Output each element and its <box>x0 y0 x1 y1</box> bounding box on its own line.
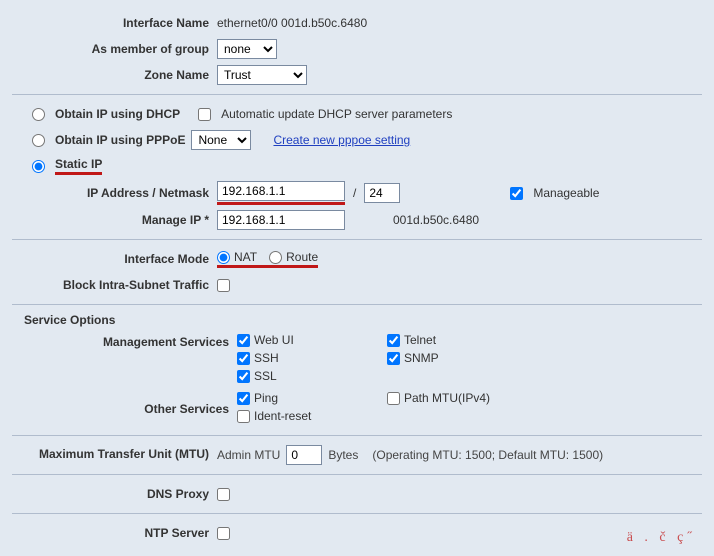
svc-ssl-row[interactable]: SSL <box>237 369 367 383</box>
dhcp-radio-row[interactable]: Obtain IP using DHCP <box>32 107 180 121</box>
block-intra-checkbox[interactable] <box>217 279 230 292</box>
pppoe-radio[interactable] <box>32 134 45 147</box>
dhcp-label: Obtain IP using DHCP <box>55 107 180 121</box>
ntp-server-label: NTP Server <box>12 526 217 540</box>
svc-snmp-label: SNMP <box>404 351 439 365</box>
svc-webui-label: Web UI <box>254 333 294 347</box>
dhcp-auto-row[interactable]: Automatic update DHCP server parameters <box>198 107 452 121</box>
admin-mtu-input[interactable] <box>286 445 322 465</box>
manageable-row[interactable]: Manageable <box>510 186 599 200</box>
netmask-input[interactable] <box>364 183 400 203</box>
ip-address-input[interactable] <box>217 181 345 201</box>
static-ip-radio-row[interactable]: Static IP <box>32 157 102 175</box>
service-options-title: Service Options <box>24 313 702 327</box>
svc-ssh-checkbox[interactable] <box>237 352 250 365</box>
divider <box>12 435 702 436</box>
mgmt-services-label: Management Services <box>12 333 237 349</box>
interface-name-value: ethernet0/0 001d.b50c.6480 <box>217 16 367 30</box>
manage-ip-label: Manage IP * <box>12 213 217 227</box>
dhcp-auto-label: Automatic update DHCP server parameters <box>221 107 452 121</box>
svc-identreset-label: Ident-reset <box>254 409 311 423</box>
route-radio[interactable] <box>269 251 282 264</box>
svc-pathmtu-label: Path MTU(IPv4) <box>404 391 490 405</box>
mtu-label: Maximum Transfer Unit (MTU) <box>12 447 217 463</box>
pppoe-create-link[interactable]: Create new pppoe setting <box>273 133 410 147</box>
svc-ping-label: Ping <box>254 391 278 405</box>
interface-name-label: Interface Name <box>12 16 217 30</box>
svc-ping-checkbox[interactable] <box>237 392 250 405</box>
divider <box>12 474 702 475</box>
svc-snmp-checkbox[interactable] <box>387 352 400 365</box>
interface-mode-label: Interface Mode <box>12 252 217 266</box>
svc-ssh-label: SSH <box>254 351 279 365</box>
svc-webui-checkbox[interactable] <box>237 334 250 347</box>
manageable-label: Manageable <box>533 186 599 200</box>
zone-name-label: Zone Name <box>12 68 217 82</box>
manage-ip-input[interactable] <box>217 210 345 230</box>
member-group-select[interactable]: none <box>217 39 277 59</box>
member-group-label: As member of group <box>12 42 217 56</box>
pppoe-select[interactable]: None <box>191 130 251 150</box>
ntp-server-checkbox[interactable] <box>217 527 230 540</box>
svc-ssl-checkbox[interactable] <box>237 370 250 383</box>
svc-telnet-label: Telnet <box>404 333 436 347</box>
divider <box>12 513 702 514</box>
other-services-label: Other Services <box>12 402 237 416</box>
manageable-checkbox[interactable] <box>510 187 523 200</box>
svc-identreset-row[interactable]: Ident-reset <box>237 409 367 423</box>
svc-ping-row[interactable]: Ping <box>237 391 367 405</box>
dhcp-radio[interactable] <box>32 108 45 121</box>
nat-radio-row[interactable]: NAT <box>217 250 257 264</box>
nat-label: NAT <box>234 250 257 264</box>
static-ip-label: Static IP <box>55 157 102 175</box>
divider <box>12 239 702 240</box>
dns-proxy-checkbox[interactable] <box>217 488 230 501</box>
pppoe-label: Obtain IP using PPPoE <box>55 133 185 147</box>
svc-telnet-checkbox[interactable] <box>387 334 400 347</box>
bytes-label: Bytes <box>328 448 358 462</box>
svc-ssh-row[interactable]: SSH <box>237 351 367 365</box>
svc-snmp-row[interactable]: SNMP <box>387 351 517 365</box>
route-label: Route <box>286 250 318 264</box>
divider <box>12 94 702 95</box>
nat-radio[interactable] <box>217 251 230 264</box>
svc-pathmtu-row[interactable]: Path MTU(IPv4) <box>387 391 537 405</box>
slash-label: / <box>345 186 364 200</box>
svc-pathmtu-checkbox[interactable] <box>387 392 400 405</box>
svc-telnet-row[interactable]: Telnet <box>387 333 517 347</box>
watermark-text: ä . č ç˝ <box>627 530 696 546</box>
svc-ssl-label: SSL <box>254 369 277 383</box>
svc-identreset-checkbox[interactable] <box>237 410 250 423</box>
svc-webui-row[interactable]: Web UI <box>237 333 367 347</box>
divider <box>12 304 702 305</box>
mtu-info: (Operating MTU: 1500; Default MTU: 1500) <box>372 448 603 462</box>
static-ip-radio[interactable] <box>32 160 45 173</box>
mac-address-value: 001d.b50c.6480 <box>393 213 479 227</box>
ip-netmask-label: IP Address / Netmask <box>12 186 217 200</box>
pppoe-radio-row[interactable]: Obtain IP using PPPoE <box>32 133 185 147</box>
block-intra-label: Block Intra-Subnet Traffic <box>12 278 217 292</box>
dhcp-auto-checkbox[interactable] <box>198 108 211 121</box>
dns-proxy-label: DNS Proxy <box>12 487 217 501</box>
route-radio-row[interactable]: Route <box>269 250 318 264</box>
zone-name-select[interactable]: Trust <box>217 65 307 85</box>
admin-mtu-label: Admin MTU <box>217 448 280 462</box>
